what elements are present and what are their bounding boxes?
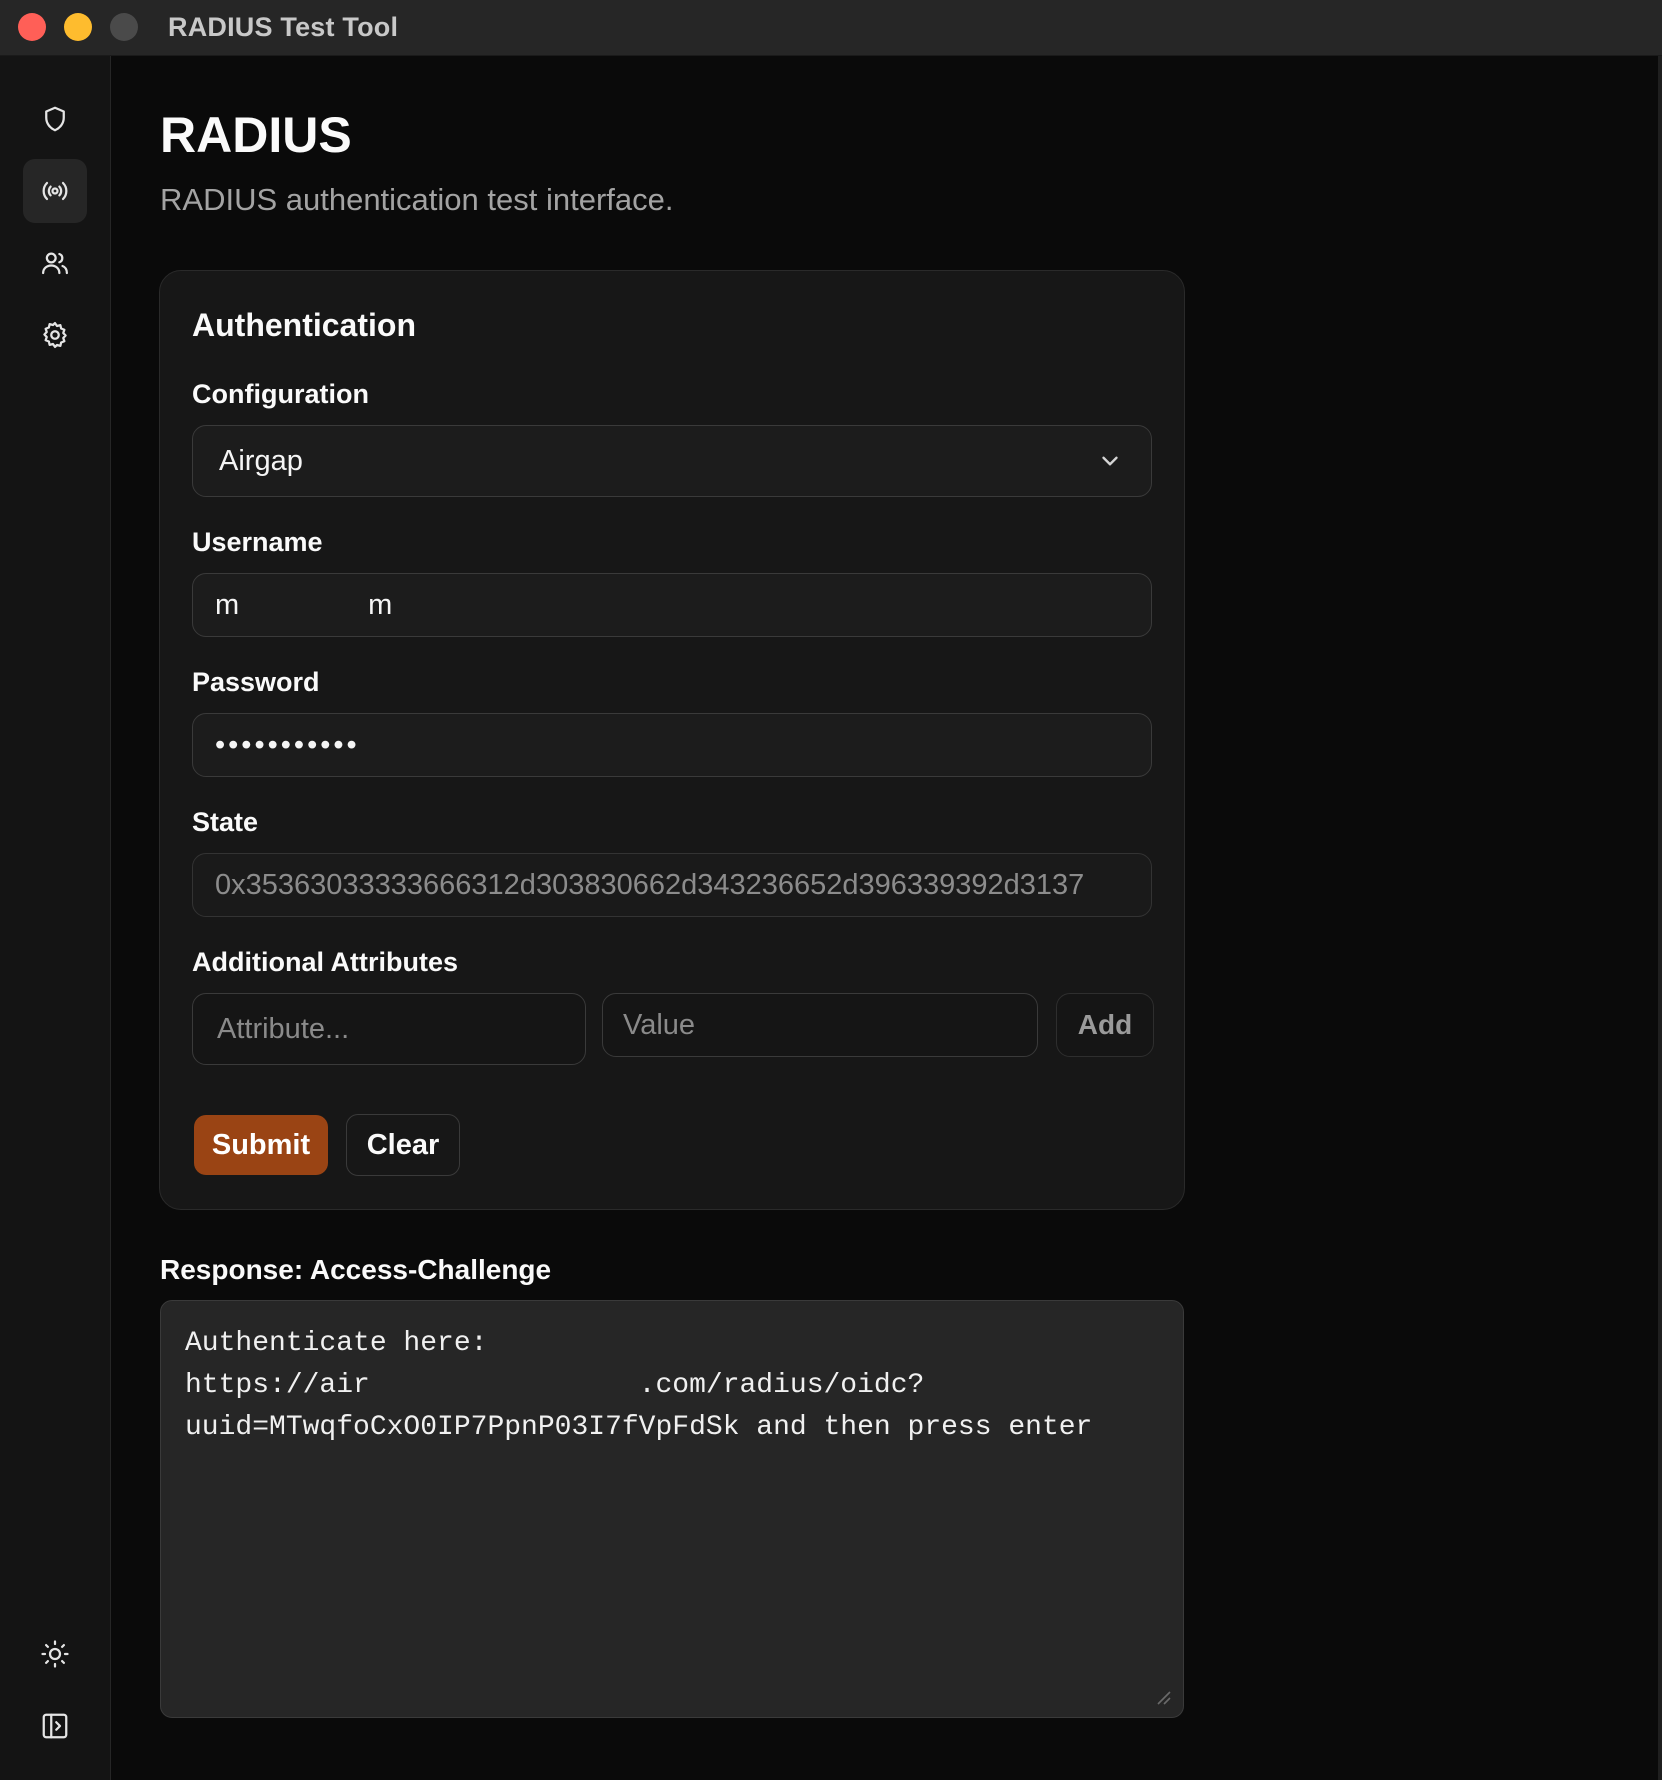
username-input[interactable] — [192, 573, 1152, 637]
card-title: Authentication — [192, 307, 416, 343]
resize-grip-icon — [1157, 1691, 1171, 1705]
sidebar — [0, 56, 111, 1780]
window-title: RADIUS Test Tool — [168, 12, 399, 42]
page-subtitle: RADIUS authentication test interface. — [160, 182, 674, 217]
sun-icon — [41, 1640, 69, 1668]
broadcast-icon — [42, 181, 68, 201]
title-bar: RADIUS Test Tool — [0, 0, 1662, 56]
sidebar-item-radius[interactable] — [23, 159, 87, 223]
close-window-button[interactable] — [18, 13, 46, 41]
password-label: Password — [192, 667, 320, 697]
minimize-window-button[interactable] — [64, 13, 92, 41]
configuration-select[interactable]: Airgap — [192, 425, 1152, 497]
username-label: Username — [192, 527, 323, 557]
shield-icon — [45, 106, 65, 132]
response-label: Response: Access-Challenge — [160, 1254, 552, 1285]
sidebar-item-settings[interactable] — [23, 303, 87, 367]
window-edge — [1658, 56, 1662, 1780]
add-attribute-button[interactable]: Add — [1056, 993, 1154, 1057]
sidebar-item-shield[interactable] — [23, 87, 87, 151]
chevron-down-icon — [1102, 456, 1118, 466]
gear-icon — [43, 322, 67, 348]
state-input[interactable] — [192, 853, 1152, 917]
response-textarea[interactable]: Authenticate here: https://air .com/radi… — [160, 1300, 1184, 1718]
password-input[interactable] — [192, 713, 1152, 777]
submit-button[interactable]: Submit — [194, 1115, 328, 1175]
authentication-card: Authentication Configuration Airgap User… — [159, 270, 1185, 1210]
app-window: RADIUS Test Tool RADIUS RADIUS authentic… — [0, 0, 1662, 1780]
sidebar-toggle-icon — [42, 1713, 68, 1739]
page-title: RADIUS — [160, 107, 352, 163]
configuration-label: Configuration — [192, 379, 369, 409]
clear-button[interactable]: Clear — [346, 1114, 460, 1176]
maximize-window-button[interactable] — [110, 13, 138, 41]
users-icon — [42, 252, 68, 275]
configuration-value: Airgap — [219, 444, 303, 477]
theme-toggle-button[interactable] — [23, 1622, 87, 1686]
additional-attributes-label: Additional Attributes — [192, 947, 458, 977]
attribute-value-input[interactable] — [602, 993, 1038, 1057]
sidebar-toggle-button[interactable] — [23, 1694, 87, 1758]
resize-handle[interactable] — [1152, 1686, 1172, 1706]
state-label: State — [192, 807, 259, 837]
sidebar-item-users[interactable] — [23, 231, 87, 295]
attribute-name-input[interactable] — [192, 993, 586, 1065]
